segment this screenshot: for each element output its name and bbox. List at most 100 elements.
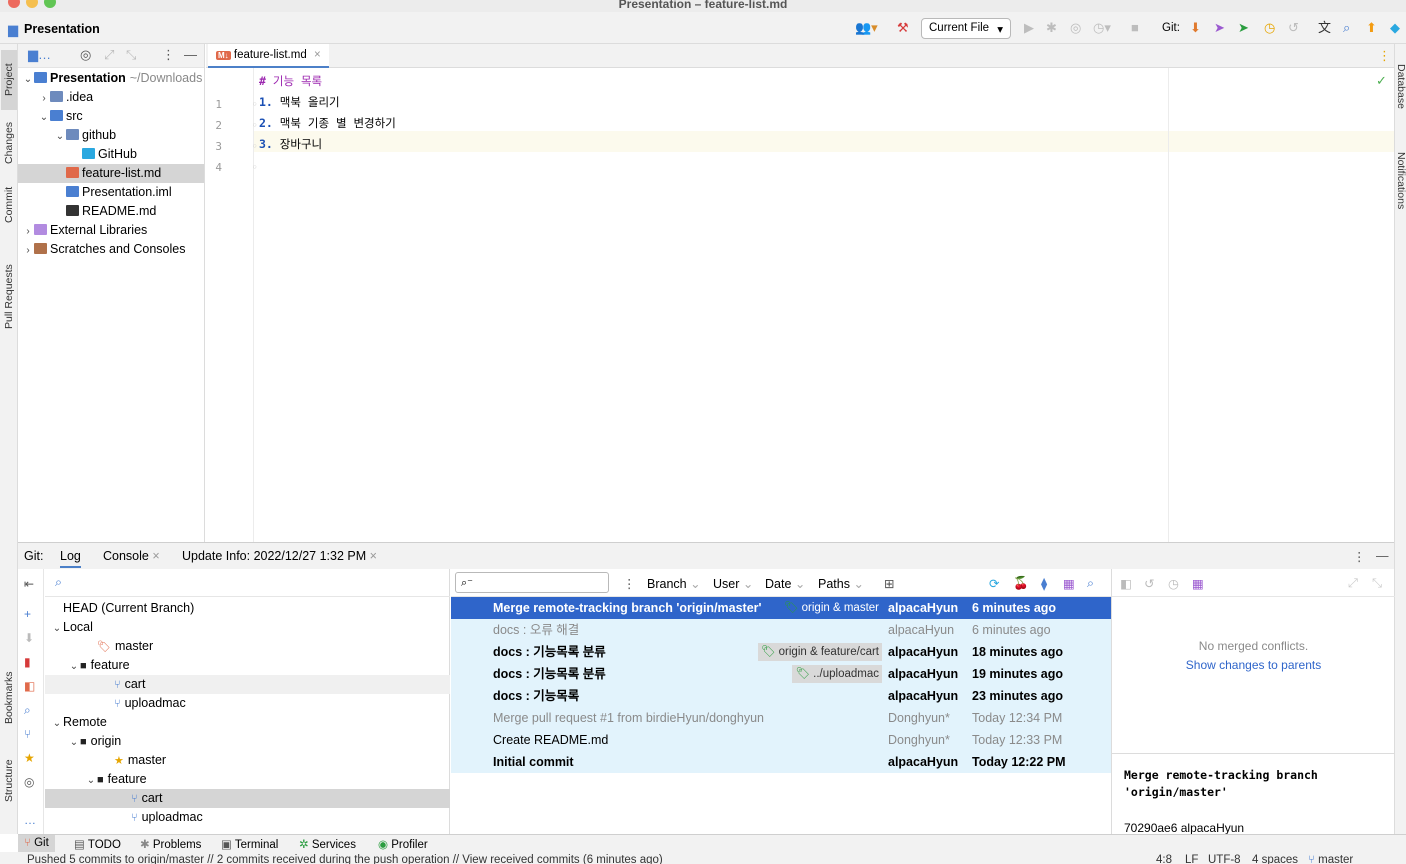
code-line[interactable]: 2. 맥북 기종 별 변경하기 xyxy=(259,113,396,134)
refresh-icon[interactable]: ⟳ xyxy=(989,576,999,591)
tab-git[interactable]: ⑂ Git xyxy=(18,835,55,852)
branch-item[interactable]: 🏷 master xyxy=(45,637,450,656)
ref-label[interactable]: 🏷 ../uploadmac xyxy=(792,665,882,683)
project-tree-item[interactable]: README.md xyxy=(18,202,204,221)
tab-console[interactable]: Console × xyxy=(103,549,160,563)
new-tab-icon[interactable]: ⊞ xyxy=(884,576,894,591)
fold-marker-icon[interactable]: ◦ xyxy=(244,119,258,132)
tab-problems[interactable]: ✱ Problems xyxy=(140,837,201,851)
group-by-icon[interactable]: ▦ xyxy=(1192,576,1204,591)
collapse-icon[interactable]: ⤡ xyxy=(1372,576,1382,591)
no-problems-check-icon[interactable]: ✓ xyxy=(1376,74,1387,88)
compare-branch-icon[interactable]: ◧ xyxy=(24,679,35,693)
show-changes-link[interactable]: Show changes to parents xyxy=(1112,658,1395,672)
branch-item[interactable]: ⑂ uploadmac xyxy=(45,808,450,827)
branch-item[interactable]: ⑂ cart xyxy=(45,675,450,694)
chevron-icon[interactable]: › xyxy=(22,241,34,259)
chevron-icon[interactable]: › xyxy=(38,89,50,107)
branch-item[interactable]: ★ master xyxy=(45,751,450,770)
project-tree-item[interactable]: ⌄ github xyxy=(18,126,204,145)
search-branch-icon[interactable]: ⌕ xyxy=(24,703,31,717)
branch-item[interactable]: ⌄ Local xyxy=(45,618,450,637)
options-icon[interactable]: ⋮ xyxy=(162,48,175,62)
delete-branch-icon[interactable]: ▮ xyxy=(24,655,31,669)
collapse-all-icon[interactable]: ⤡ xyxy=(126,48,136,62)
expand-icon[interactable]: ⤢ xyxy=(1348,576,1358,591)
git-update-icon[interactable]: ⬇ xyxy=(1190,21,1201,35)
new-branch-icon[interactable]: + xyxy=(24,607,31,621)
filter-date[interactable]: Date ⌄ xyxy=(765,576,805,591)
debug-icon[interactable]: ✱ xyxy=(1046,21,1057,35)
git-commit-icon[interactable]: ➤ xyxy=(1238,21,1249,35)
close-console-icon[interactable]: × xyxy=(152,549,159,563)
project-tree-item[interactable]: › .idea xyxy=(18,88,204,107)
branch-item[interactable]: ⌄ ■ feature xyxy=(45,770,450,789)
collaboration-icon[interactable]: 👥▾ xyxy=(855,21,878,35)
commit-row[interactable]: docs : 기능목록 분류 🏷 origin & feature/cart alp… xyxy=(451,641,1111,663)
collapse-branches-icon[interactable]: ⇤ xyxy=(24,577,34,591)
expand-all-icon[interactable]: ⤢ xyxy=(104,48,114,62)
editor-options-icon[interactable]: ⋮ xyxy=(1378,49,1391,63)
editor-tab-feature-list[interactable]: M↓ feature-list.md × xyxy=(208,44,329,68)
fold-marker-icon[interactable]: ◦ xyxy=(244,140,258,153)
locate-icon[interactable]: ◎ xyxy=(80,48,91,62)
commit-row[interactable]: docs : 기능목록 분류 🏷 ../uploadmac alpacaHyun 19… xyxy=(451,663,1111,685)
project-tree-item[interactable]: ⌄ Presentation ~/Downloads xyxy=(18,69,204,88)
more-icon[interactable]: … xyxy=(24,813,36,827)
tab-update-info[interactable]: Update Info: 2022/12/27 1:32 PM × xyxy=(182,549,377,563)
branch-item[interactable]: ⌄ ■ feature xyxy=(45,656,450,675)
tab-log[interactable]: Log xyxy=(60,549,81,568)
tab-todo[interactable]: ▤ TODO xyxy=(74,837,121,851)
close-tab-icon[interactable]: × xyxy=(314,49,321,61)
chevron-icon[interactable]: ⌄ xyxy=(54,127,66,145)
code-line[interactable]: 3. 장바구니 xyxy=(259,134,322,155)
view-options-icon[interactable]: ▦ xyxy=(1063,576,1075,591)
translate-icon[interactable]: 文 xyxy=(1318,21,1331,35)
commit-tool-tab[interactable]: Commit xyxy=(1,180,17,230)
commit-row[interactable]: Merge remote-tracking branch 'origin/mas… xyxy=(451,597,1111,619)
build-hammer-icon[interactable]: ⚒ xyxy=(897,21,909,35)
close-update-info-icon[interactable]: × xyxy=(370,549,377,563)
pull-requests-tool-tab[interactable]: Pull Requests xyxy=(1,254,17,340)
hide-icon[interactable]: — xyxy=(184,48,197,62)
filter-branch[interactable]: Branch ⌄ xyxy=(647,576,701,591)
project-view-icon[interactable]: ▆… xyxy=(28,48,51,62)
tab-terminal[interactable]: ▣ Terminal xyxy=(221,837,278,851)
revert-icon[interactable]: ↺ xyxy=(1144,576,1154,591)
commit-row[interactable]: Merge pull request #1 from birdieHyun/do… xyxy=(451,707,1111,729)
project-tool-tab[interactable]: Project xyxy=(1,50,17,110)
tab-services[interactable]: ✲ Services xyxy=(299,837,356,851)
project-tree-item[interactable]: Presentation.iml xyxy=(18,183,204,202)
project-tree-item[interactable]: GitHub xyxy=(18,145,204,164)
commit-graph-icon[interactable]: ⧫ xyxy=(1041,576,1047,591)
ref-label[interactable]: 🏷 origin & master xyxy=(781,599,882,617)
changes-tool-tab[interactable]: Changes xyxy=(1,118,17,168)
update-branch-icon[interactable]: ⬇ xyxy=(24,631,34,645)
search-icon[interactable]: ⌕ xyxy=(1343,21,1350,35)
branch-search-input[interactable]: ⌕ xyxy=(45,569,450,597)
show-my-branches-icon[interactable]: ◎ xyxy=(24,775,34,789)
caret-position[interactable]: 4:8 xyxy=(1156,854,1172,864)
chevron-icon[interactable]: ⌄ xyxy=(68,733,80,752)
project-tree-item[interactable]: › External Libraries xyxy=(18,221,204,240)
favorite-icon[interactable]: ★ xyxy=(24,751,35,765)
filter-paths[interactable]: Paths ⌄ xyxy=(818,576,864,591)
project-tree-item[interactable]: feature-list.md xyxy=(18,164,204,183)
indent-setting[interactable]: 4 spaces xyxy=(1252,854,1298,864)
chevron-icon[interactable]: ⌄ xyxy=(68,657,80,676)
database-tool-tab[interactable]: Database xyxy=(1395,64,1406,109)
search-commit-icon[interactable]: ⌕ xyxy=(1087,576,1094,591)
bookmarks-tool-tab[interactable]: Bookmarks xyxy=(1,664,17,732)
commit-row[interactable]: docs : 오류 해결 alpacaHyun 6 minutes ago xyxy=(451,619,1111,641)
run-icon[interactable]: ▶ xyxy=(1024,21,1034,35)
rollback-icon[interactable]: ↺ xyxy=(1288,21,1299,35)
structure-tool-tab[interactable]: Structure xyxy=(1,752,17,810)
fold-marker-icon[interactable]: ◦ xyxy=(244,98,258,111)
branch-item[interactable]: ⑂ uploadmac xyxy=(45,694,450,713)
line-separator[interactable]: LF xyxy=(1185,854,1198,864)
commit-row[interactable]: Initial commit alpacaHyun Today 12:22 PM xyxy=(451,751,1111,773)
project-name[interactable]: Presentation xyxy=(24,22,100,36)
branch-item[interactable]: HEAD (Current Branch) xyxy=(45,599,450,618)
log-search-input[interactable]: ⌕⁻ xyxy=(455,572,609,593)
ref-label[interactable]: 🏷 origin & feature/cart xyxy=(757,643,882,661)
